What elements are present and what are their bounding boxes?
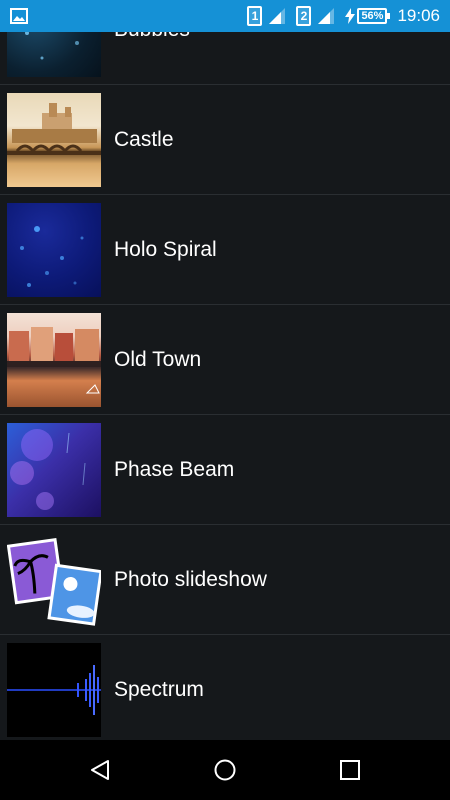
list-item-holo-spiral[interactable]: Holo Spiral <box>0 195 450 305</box>
home-button[interactable] <box>210 755 240 785</box>
status-bar: 1 2 56% 19:06 <box>0 0 450 32</box>
back-icon <box>91 760 109 780</box>
photo-slideshow-thumbnail <box>7 533 101 627</box>
list-item-photo-slideshow[interactable]: Photo slideshow <box>0 525 450 635</box>
navigation-bar <box>0 740 450 800</box>
battery-icon: 56% <box>357 8 391 24</box>
list-item-old-town[interactable]: Old Town <box>0 305 450 415</box>
charging-icon <box>345 8 356 24</box>
home-icon <box>214 759 236 781</box>
gallery-notification-icon <box>10 8 28 24</box>
spectrum-thumbnail <box>7 643 101 737</box>
castle-thumbnail <box>7 93 101 187</box>
wallpaper-name: Holo Spiral <box>114 238 217 261</box>
holo-spiral-thumbnail <box>7 203 101 297</box>
list-item-castle[interactable]: Castle <box>0 85 450 195</box>
list-item-spectrum[interactable]: Spectrum <box>0 635 450 740</box>
live-wallpaper-list: Bubbles Castle <box>0 0 450 740</box>
recents-button[interactable] <box>335 755 365 785</box>
clock: 19:06 <box>397 6 440 25</box>
signal-strength-icon <box>269 8 286 24</box>
wallpaper-name: Photo slideshow <box>114 568 267 591</box>
old-town-thumbnail <box>7 313 101 407</box>
wallpaper-name: Old Town <box>114 348 202 371</box>
signal-strength-icon <box>318 8 335 24</box>
wallpaper-name: Castle <box>114 128 174 151</box>
back-button[interactable] <box>85 755 115 785</box>
sim1-icon: 1 <box>247 6 263 26</box>
wallpaper-name: Phase Beam <box>114 458 235 481</box>
phase-beam-thumbnail <box>7 423 101 517</box>
recents-icon <box>340 760 360 780</box>
sim2-icon: 2 <box>296 6 312 26</box>
list-item-phase-beam[interactable]: Phase Beam <box>0 415 450 525</box>
wallpaper-name: Spectrum <box>114 678 204 701</box>
